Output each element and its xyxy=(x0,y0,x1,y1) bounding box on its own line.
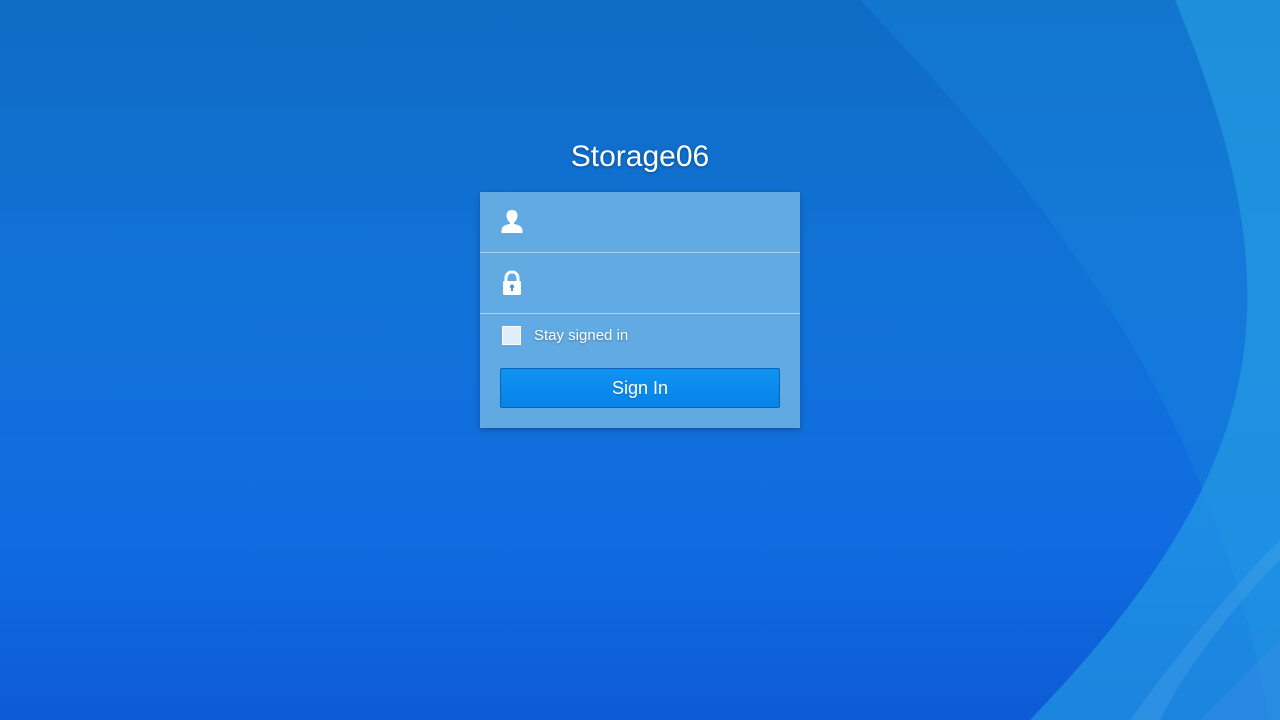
sign-in-button[interactable]: Sign In xyxy=(500,368,780,408)
stay-signed-in-checkbox[interactable] xyxy=(502,326,521,345)
stay-signed-in-row: Stay signed in xyxy=(480,314,800,358)
username-row xyxy=(480,192,800,253)
stay-signed-in-label[interactable]: Stay signed in xyxy=(534,327,628,344)
lock-icon xyxy=(503,270,521,295)
page-title: Storage06 xyxy=(570,140,710,173)
desktop-background: Storage06 Stay signed in Sign In xyxy=(0,0,1280,720)
password-input[interactable] xyxy=(536,267,784,301)
user-icon xyxy=(501,210,523,233)
password-row xyxy=(480,253,800,314)
username-input[interactable] xyxy=(536,206,784,240)
login-panel: Stay signed in Sign In xyxy=(480,192,800,428)
